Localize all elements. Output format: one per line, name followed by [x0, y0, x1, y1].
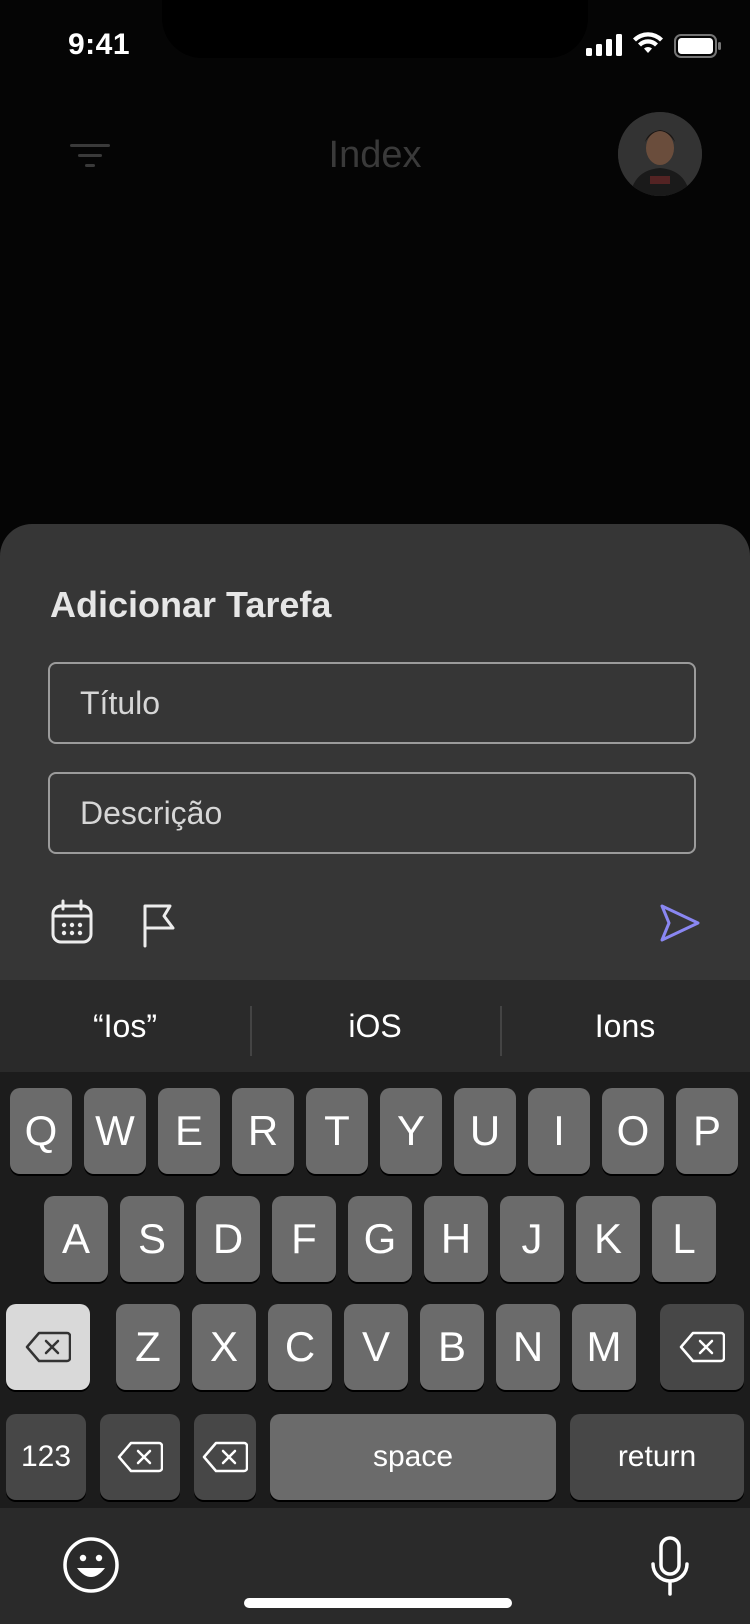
- delete-icon: [679, 1331, 725, 1363]
- title-input[interactable]: [80, 664, 670, 742]
- key-f[interactable]: F: [272, 1196, 336, 1282]
- key-w[interactable]: W: [84, 1088, 146, 1174]
- key-i[interactable]: I: [528, 1088, 590, 1174]
- key-t[interactable]: T: [306, 1088, 368, 1174]
- battery-icon: [674, 34, 721, 58]
- status-time: 9:41: [68, 28, 131, 61]
- return-key[interactable]: return: [570, 1414, 744, 1500]
- key-j[interactable]: J: [500, 1196, 564, 1282]
- delete-key[interactable]: [6, 1304, 90, 1390]
- key-r[interactable]: R: [232, 1088, 294, 1174]
- sheet-title: Adicionar Tarefa: [50, 584, 332, 625]
- key-n[interactable]: N: [496, 1304, 560, 1390]
- key-p[interactable]: P: [676, 1088, 738, 1174]
- delete-key[interactable]: [660, 1304, 744, 1390]
- delete-key[interactable]: [194, 1414, 256, 1500]
- key-m[interactable]: M: [572, 1304, 636, 1390]
- key-e[interactable]: E: [158, 1088, 220, 1174]
- key-k[interactable]: K: [576, 1196, 640, 1282]
- flag-icon[interactable]: [140, 900, 180, 948]
- suggestion-3[interactable]: Ions: [500, 1008, 750, 1045]
- description-input[interactable]: [80, 774, 670, 852]
- key-h[interactable]: H: [424, 1196, 488, 1282]
- numbers-key[interactable]: 123: [6, 1414, 86, 1500]
- key-s[interactable]: S: [120, 1196, 184, 1282]
- suggestion-2[interactable]: iOS: [250, 1008, 500, 1045]
- key-d[interactable]: D: [196, 1196, 260, 1282]
- key-a[interactable]: A: [44, 1196, 108, 1282]
- key-x[interactable]: X: [192, 1304, 256, 1390]
- avatar[interactable]: [618, 112, 702, 196]
- key-l[interactable]: L: [652, 1196, 716, 1282]
- wifi-icon: [633, 32, 663, 53]
- delete-icon: [202, 1441, 248, 1473]
- microphone-icon[interactable]: [650, 1536, 690, 1598]
- space-key[interactable]: space: [270, 1414, 556, 1500]
- title-field[interactable]: [48, 662, 696, 744]
- delete-icon: [25, 1331, 71, 1363]
- home-indicator: [244, 1598, 512, 1608]
- key-v[interactable]: V: [344, 1304, 408, 1390]
- key-g[interactable]: G: [348, 1196, 412, 1282]
- key-y[interactable]: Y: [380, 1088, 442, 1174]
- key-c[interactable]: C: [268, 1304, 332, 1390]
- suggestion-1[interactable]: “Ios”: [0, 1008, 250, 1045]
- emoji-icon[interactable]: [62, 1536, 120, 1594]
- signal-icon: [586, 34, 622, 56]
- send-icon[interactable]: [656, 900, 702, 946]
- description-field[interactable]: [48, 772, 696, 854]
- notch: [162, 0, 588, 58]
- key-o[interactable]: O: [602, 1088, 664, 1174]
- delete-key[interactable]: [100, 1414, 180, 1500]
- key-z[interactable]: Z: [116, 1304, 180, 1390]
- key-q[interactable]: Q: [10, 1088, 72, 1174]
- key-u[interactable]: U: [454, 1088, 516, 1174]
- delete-icon: [117, 1441, 163, 1473]
- key-b[interactable]: B: [420, 1304, 484, 1390]
- calendar-icon[interactable]: [50, 898, 94, 946]
